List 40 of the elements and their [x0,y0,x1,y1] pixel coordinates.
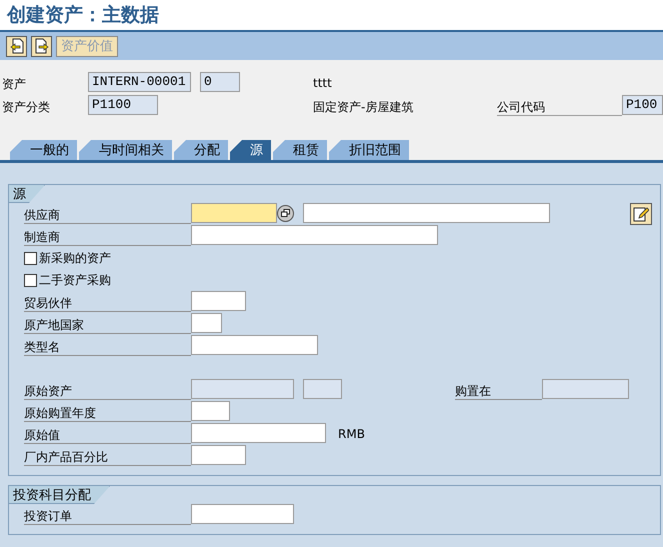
display-field: INTERN-00001 [88,72,191,92]
field-text: tttt [313,75,333,90]
tab[interactable]: 与时间相关 [79,140,172,160]
input-field[interactable] [191,445,246,465]
checkbox[interactable] [24,274,37,286]
window-title: 创建资产：主数据 [7,3,159,28]
group-title: 源 [9,185,45,203]
display-field: P100 [622,95,663,115]
input-field[interactable] [191,401,230,421]
input-field[interactable] [303,203,550,223]
tab[interactable]: 租赁 [273,140,327,160]
checkbox[interactable] [24,252,37,264]
checkbox-label: 二手资产采购 [39,272,111,288]
input-field[interactable] [191,225,438,245]
previous-button[interactable] [6,36,27,56]
page-forward-icon [34,38,48,54]
tab[interactable]: 分配 [174,140,228,160]
input-field[interactable] [191,203,277,223]
display-field: P1100 [88,95,158,115]
field-text: 固定资产-房屋建筑 [313,99,414,116]
tab[interactable]: 一般的 [10,140,77,160]
group-title: 投资科目分配 [9,486,110,504]
search-help-button[interactable] [277,204,294,222]
checkbox-label: 新采购的资产 [39,250,111,266]
input-field[interactable] [191,504,294,524]
pencil-icon [633,206,649,222]
field-label: 资产 [2,76,27,93]
edit-button[interactable] [630,203,652,225]
tab[interactable]: 折旧范围 [329,140,409,160]
unit-text: RMB [338,427,365,441]
input-field[interactable] [191,335,318,355]
display-field: 0 [200,72,240,92]
windows-icon [281,209,290,217]
field-label: 资产分类 [2,99,51,116]
input-field[interactable] [191,291,246,311]
page-back-icon [10,38,24,54]
next-button[interactable] [31,36,52,56]
input-field[interactable] [191,423,326,443]
input-field[interactable] [191,313,222,333]
tab[interactable]: 源 [230,140,271,160]
